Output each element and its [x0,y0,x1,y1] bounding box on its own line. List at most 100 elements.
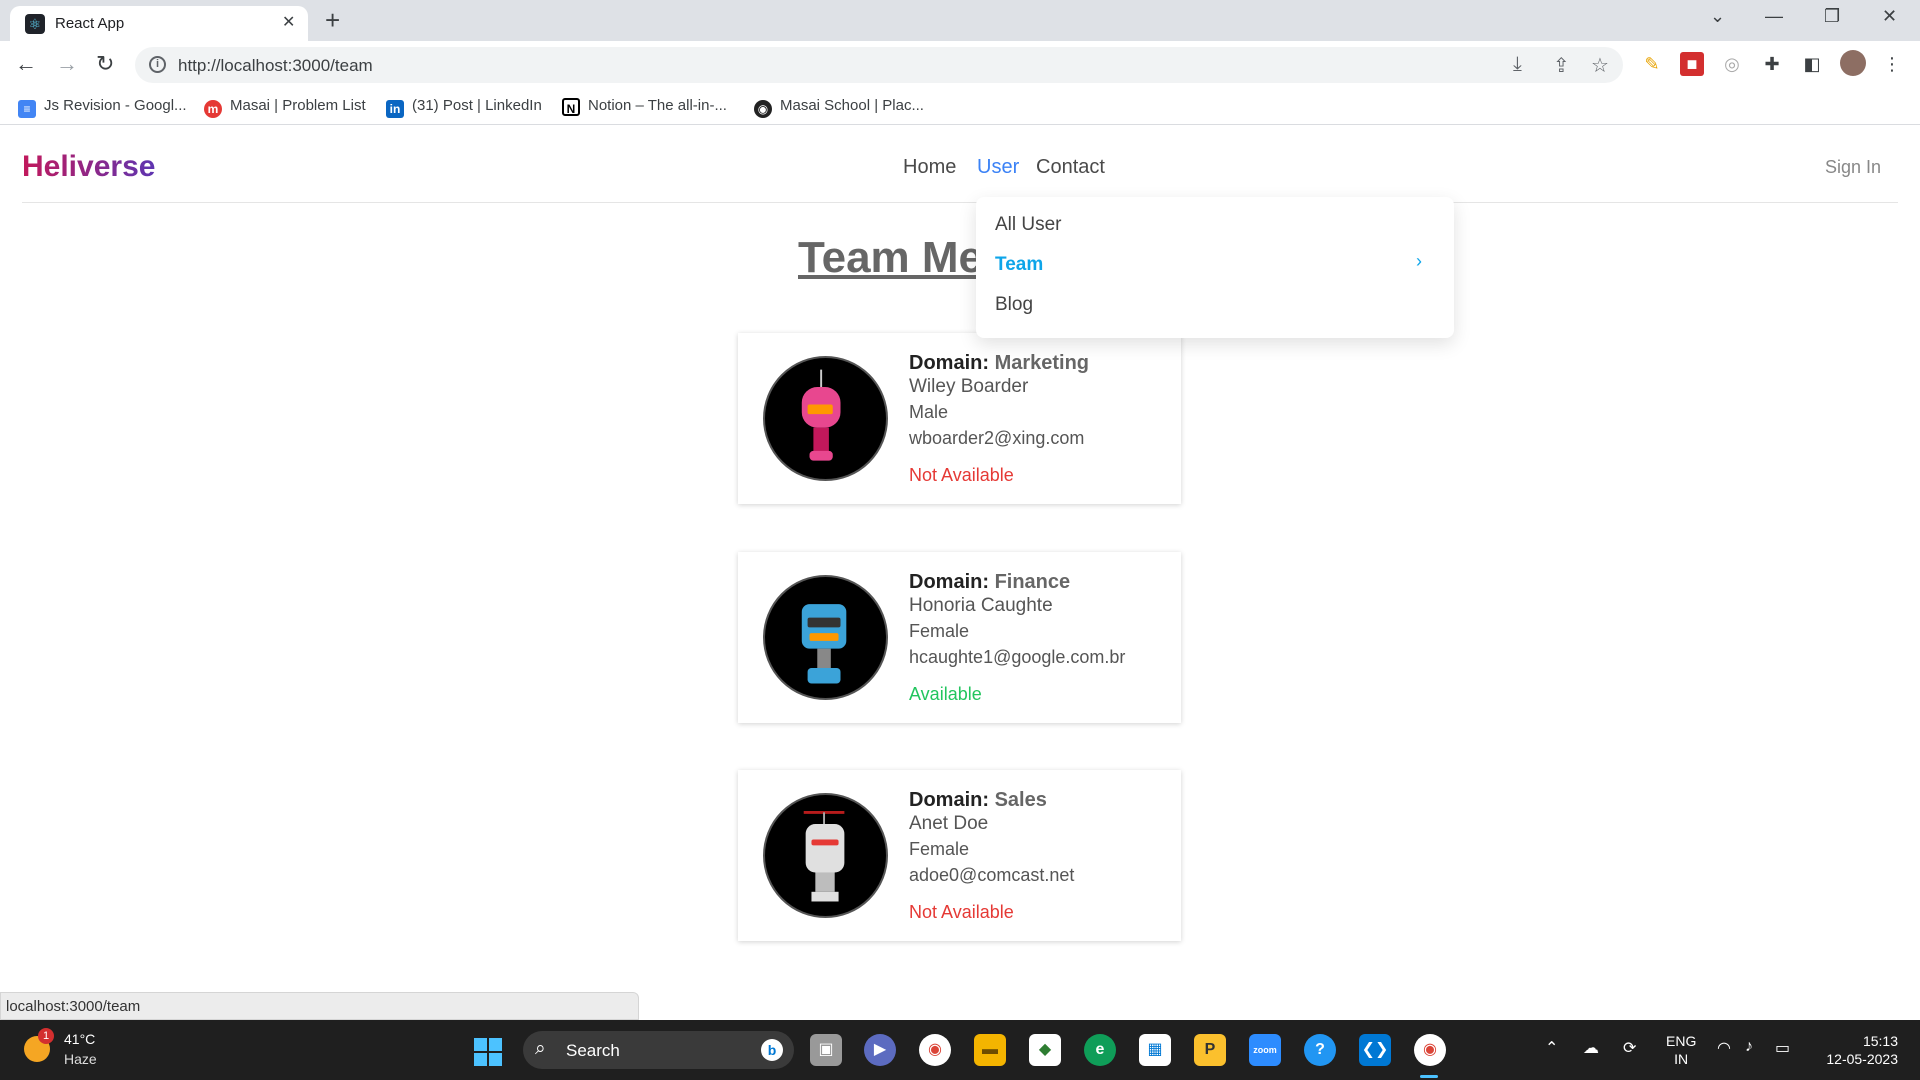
close-window-button[interactable]: ✕ [1882,6,1897,27]
wifi-icon[interactable]: ◠ [1717,1038,1731,1058]
chevron-up-icon[interactable]: ⌃ [1545,1038,1558,1058]
member-email: hcaughte1@google.com.br [909,647,1126,667]
menu-dots-icon[interactable]: ⋮ [1880,52,1904,76]
avatar [763,356,888,481]
search-label: Search [566,1041,620,1060]
nav-link-user[interactable]: User [977,156,1019,179]
status-url: localhost:3000/team [6,998,141,1015]
evernote-icon[interactable]: ◆ [1029,1034,1061,1066]
clock[interactable]: 15:13 12-05-2023 [1818,1032,1898,1068]
member-name: Honoria Caughte [909,595,1053,616]
edge-icon[interactable]: e [1084,1034,1116,1066]
color-picker-extension-icon[interactable]: ✎ [1640,52,1664,76]
sync-icon[interactable]: ⟳ [1623,1038,1636,1058]
member-gender: Female [909,839,970,859]
sign-in-link[interactable]: Sign In [1825,157,1881,178]
onedrive-icon[interactable]: ☁ [1583,1038,1599,1058]
taskbar-search[interactable]: ⌕ Search b [523,1031,794,1069]
address-bar[interactable]: i http://localhost:3000/team ⤓ ⇪ ☆ [135,47,1623,83]
team-member-card: Domain: Sales Anet Doe Female adoe0@comc… [738,770,1181,941]
reload-button[interactable]: ↻ [96,50,114,78]
notion-icon: N [562,98,580,116]
dropdown-item-blog[interactable]: Blog [995,294,1033,316]
new-tab-button[interactable]: + [325,6,340,34]
search-icon: ⌕ [535,1038,546,1059]
puzzle-icon[interactable]: ✚ [1760,52,1784,76]
member-domain: Domain: Finance [909,571,1071,593]
member-domain: Domain: Marketing [909,352,1090,374]
page-title: Team Me [798,233,984,282]
language-indicator[interactable]: ENG IN [1666,1032,1696,1068]
temperature[interactable]: 41°C [64,1031,95,1047]
info-icon[interactable]: i [149,56,166,73]
chrome-icon[interactable]: ◉ [919,1034,951,1066]
member-info: Domain: Sales Anet Doe Female adoe0@comc… [909,788,1074,924]
user-dropdown-menu: All User Team › Blog [976,197,1454,338]
browser-status-bar: localhost:3000/team [0,992,639,1020]
dropdown-item-all-user[interactable]: All User [995,214,1062,236]
url-text[interactable]: http://localhost:3000/team [178,56,373,76]
member-info: Domain: Finance Honoria Caughte Female h… [909,570,1125,706]
bookmarks-bar: ≡ Js Revision - Googl... m Masai | Problem… [0,89,1920,125]
forward-button[interactable]: → [56,50,78,78]
react-icon: ⚛ [25,14,45,34]
brand-logo[interactable]: Heliverse [22,150,155,184]
masai-icon: m [204,100,222,118]
avatar [763,575,888,700]
member-email: adoe0@comcast.net [909,865,1075,885]
avatar [763,793,888,918]
install-icon[interactable]: ⤓ [1513,53,1522,76]
windows-start-icon[interactable] [474,1038,502,1066]
bookmark-item[interactable]: m Masai | Problem List [204,97,366,118]
chrome-active-icon[interactable]: ◉ [1414,1034,1446,1066]
help-icon[interactable]: ? [1304,1034,1336,1066]
chevron-down-icon[interactable]: ⌄ [1710,6,1725,27]
nav-link-contact[interactable]: Contact [1036,156,1105,179]
back-button[interactable]: ← [15,50,37,78]
chevron-right-icon[interactable]: › [1416,251,1422,272]
bookmark-item[interactable]: in (31) Post | LinkedIn [386,97,542,118]
member-gender: Male [909,402,949,422]
task-view-icon[interactable]: ▣ [810,1034,842,1066]
tab-title: React App [55,15,125,32]
dropdown-item-team[interactable]: Team [995,254,1043,276]
bookmark-item[interactable]: ≡ Js Revision - Googl... [18,97,187,118]
bookmark-item[interactable]: ◉ Masai School | Plac... [754,97,924,118]
microsoft-store-icon[interactable]: ▦ [1139,1034,1171,1066]
file-explorer-icon[interactable]: ▬ [974,1034,1006,1066]
close-icon[interactable]: ✕ [282,12,295,32]
share-icon[interactable]: ⇪ [1553,53,1570,78]
member-email: wboarder2@xing.com [909,428,1085,448]
member-status: Available [909,684,982,704]
extension-icon[interactable]: ■ [1680,52,1704,76]
member-status: Not Available [909,902,1014,922]
volume-icon[interactable]: ♪ [1745,1038,1753,1056]
minimize-button[interactable]: — [1765,6,1783,27]
google-docs-icon: ≡ [18,100,36,118]
member-name: Anet Doe [909,813,989,834]
bookmark-item[interactable]: N Notion – The all-in-... [562,97,727,116]
extension-icon-2[interactable]: ◎ [1720,52,1744,76]
profile-avatar[interactable] [1840,50,1866,76]
member-info: Domain: Marketing Wiley Boarder Male wbo… [909,351,1089,487]
bing-icon[interactable]: b [761,1039,783,1061]
battery-icon[interactable]: ▭ [1775,1038,1790,1058]
member-status: Not Available [909,465,1014,485]
notification-badge: 1 [38,1028,54,1044]
teams-chat-icon[interactable]: ▶ [864,1034,896,1066]
zoom-icon[interactable]: zoom [1249,1034,1281,1066]
active-app-indicator [1420,1075,1438,1078]
team-member-card: Domain: Finance Honoria Caughte Female h… [738,552,1181,723]
vscode-icon[interactable]: ❮❯ [1359,1034,1391,1066]
browser-tab[interactable]: ⚛ React App ✕ [10,6,308,41]
linkedin-icon: in [386,100,404,118]
weather-condition[interactable]: Haze [64,1051,97,1067]
browser-toolbar: ← → ↻ i http://localhost:3000/team ⤓ ⇪ ☆… [0,41,1920,89]
team-member-card: Domain: Marketing Wiley Boarder Male wbo… [738,333,1181,504]
app-p-icon[interactable]: P [1194,1034,1226,1066]
bookmark-star-icon[interactable]: ☆ [1591,53,1609,78]
side-panel-icon[interactable]: ◧ [1800,52,1824,76]
restore-button[interactable]: ❐ [1824,6,1840,27]
member-domain: Domain: Sales [909,789,1047,811]
nav-link-home[interactable]: Home [903,156,956,179]
